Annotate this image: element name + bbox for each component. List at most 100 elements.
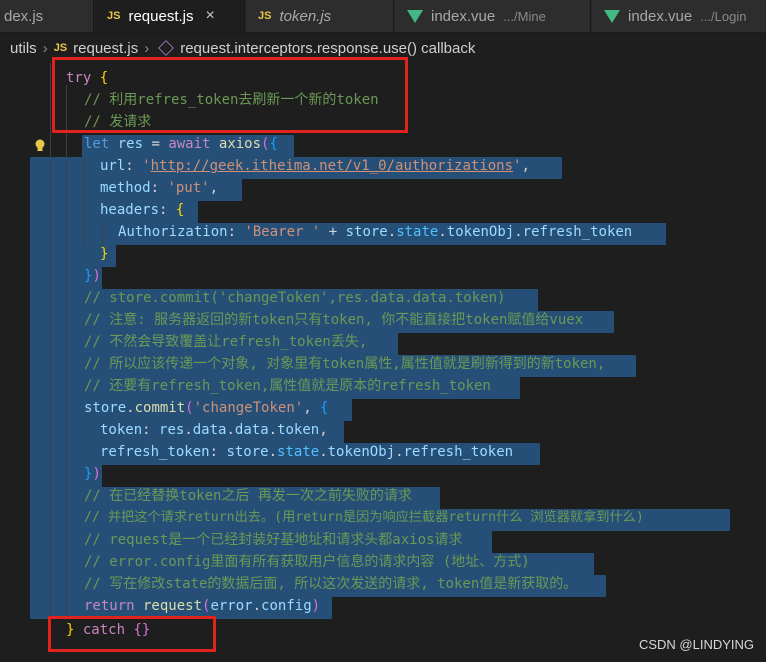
code-comment: // 所以应该传递一个对象, 对象里有token属性,属性值就是刷新得到的新to…: [84, 356, 606, 372]
string-quote: ': [142, 158, 151, 174]
tab-label: request.js: [128, 7, 194, 25]
code-line: Authorization: 'Bearer ' + store.state.t…: [118, 221, 632, 243]
function-name: commit: [134, 400, 186, 416]
indent-guide: [50, 63, 51, 638]
watermark: CSDN @LINDYING: [638, 637, 754, 652]
indent-guide: [84, 157, 85, 245]
colon: :: [150, 180, 168, 196]
colon: :: [209, 444, 227, 460]
code-line: let res = await axios({: [84, 133, 278, 155]
identifier: config: [261, 598, 312, 614]
property: headers: [100, 202, 160, 218]
comma: ,: [319, 422, 328, 438]
vue-file-icon: [604, 9, 620, 23]
identifier: refresh_token: [522, 224, 633, 240]
dot: .: [438, 224, 447, 240]
comma: ,: [303, 400, 321, 416]
code-comment: // 注意: 服务器返回的新token只有token, 你不能直接把token赋…: [84, 312, 584, 328]
tab-index-vue-login[interactable]: index.vue .../Login: [592, 0, 766, 32]
chevron-right-icon: ›: [42, 39, 48, 57]
dot: .: [514, 224, 523, 240]
tab-path: .../Mine: [503, 8, 546, 24]
dot: .: [268, 422, 278, 438]
code-line: method: 'put',: [100, 177, 218, 199]
identifier: state: [396, 224, 439, 240]
breadcrumb-symbol[interactable]: request.interceptors.response.use() call…: [180, 40, 475, 57]
keyword-let: let: [84, 136, 110, 152]
indent-guide: [102, 223, 103, 245]
code-comment: // 并把这个请求return出去。(用return是因为响应拦截器return…: [84, 510, 644, 525]
code-line: token: res.data.data.token,: [100, 419, 328, 441]
code-comment: // 不然会导致覆盖让refresh_token丢失,: [84, 334, 368, 350]
code-line: store.commit('changeToken', {: [84, 397, 328, 419]
method-symbol-icon: [158, 40, 175, 56]
code-line: url: 'http://geek.itheima.net/v1_0/autho…: [100, 155, 530, 177]
code-comment: // request是一个已经封装好基地址和请求头都axios请求: [84, 532, 463, 548]
property: token: [100, 422, 143, 438]
property: method: [100, 180, 151, 196]
paren: ): [92, 268, 101, 284]
property: refresh_token: [100, 444, 210, 460]
colon: :: [142, 422, 160, 438]
code-line: refresh_token: store.state.tokenObj.refr…: [100, 441, 513, 463]
identifier: data: [192, 422, 227, 438]
operator: +: [320, 224, 346, 240]
dot: .: [126, 400, 135, 416]
identifier: tokenObj: [327, 444, 396, 460]
function-name: request: [134, 598, 203, 614]
tab-label: dex.js: [4, 7, 44, 25]
colon: :: [159, 202, 176, 218]
breadcrumb-file[interactable]: request.js: [73, 40, 138, 57]
breadcrumb-folder[interactable]: utils: [10, 40, 37, 57]
chevron-right-icon: ›: [144, 39, 150, 57]
highlight-box-try: [52, 57, 408, 133]
code-comment: // 写在修改state的数据后面, 所以这次发送的请求, token值是新获取…: [84, 576, 578, 592]
vue-file-icon: [407, 9, 423, 23]
identifier: store: [226, 444, 269, 460]
keyword-return: return: [84, 598, 135, 614]
string: 'put': [167, 180, 210, 196]
code-line: }): [84, 463, 101, 485]
code-comment: // 还要有refresh_token,属性值就是原本的refresh_toke…: [84, 378, 491, 394]
colon: :: [125, 158, 143, 174]
dot: .: [387, 224, 397, 240]
dot: .: [184, 422, 193, 438]
code-comment: // store.commit('changeToken',res.data.d…: [84, 290, 506, 306]
brace: {: [320, 400, 329, 416]
indent-guide: [66, 85, 67, 615]
code-line: }): [84, 265, 101, 287]
code-line: return request(error.config): [84, 595, 320, 617]
identifier: token: [277, 422, 320, 438]
comma: ,: [209, 180, 219, 196]
identifier: store: [345, 224, 388, 240]
paren: ): [311, 598, 321, 614]
string: 'Bearer ': [244, 224, 321, 240]
editor-tab-bar: dex.js JS request.js × JS token.js index…: [0, 0, 766, 33]
function-name: axios: [210, 136, 262, 152]
tab-index-js[interactable]: dex.js: [0, 0, 94, 32]
tab-index-vue-mine[interactable]: index.vue .../Mine: [395, 0, 591, 32]
identifier: store: [84, 400, 127, 416]
tab-token-js[interactable]: JS token.js: [246, 0, 394, 32]
highlight-box-catch: [48, 616, 216, 652]
code-comment: // error.config里面有所有获取用户信息的请求内容 (地址、方式): [84, 554, 530, 570]
code-comment: // 在已经替换token之后 再发一次之前失败的请求: [84, 488, 412, 504]
dot: .: [226, 422, 235, 438]
close-icon[interactable]: ×: [206, 7, 215, 25]
tab-label: token.js: [279, 7, 332, 25]
dot: .: [319, 444, 328, 460]
code-editor[interactable]: try { // 利用refres_token去刷新一个新的token // 发…: [0, 57, 766, 662]
identifier: res: [109, 136, 144, 152]
property: Authorization: [118, 224, 228, 240]
tab-label: index.vue: [431, 7, 496, 25]
comma: ,: [521, 158, 530, 174]
tab-request-js[interactable]: JS request.js ×: [95, 0, 245, 32]
identifier: tokenObj: [446, 224, 515, 240]
dot: .: [268, 444, 278, 460]
javascript-file-icon: JS: [53, 42, 68, 54]
paren: ): [92, 466, 101, 482]
url-link[interactable]: http://geek.itheima.net/v1_0/authorizati…: [151, 158, 513, 174]
lightbulb-icon[interactable]: [34, 139, 46, 153]
javascript-file-icon: JS: [107, 10, 121, 22]
string: 'changeToken': [193, 400, 304, 416]
